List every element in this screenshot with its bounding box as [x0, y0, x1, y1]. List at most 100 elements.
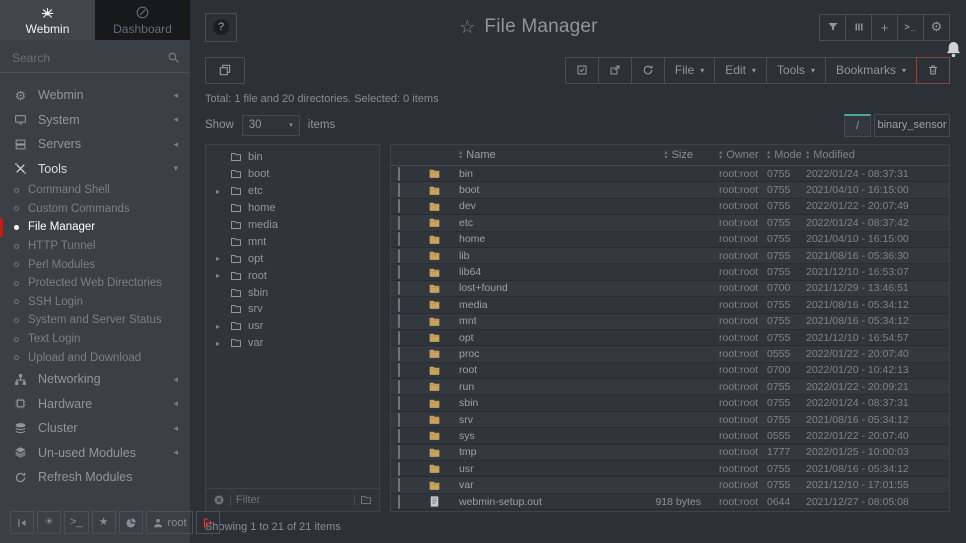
- tools-menu-button[interactable]: Tools▾: [766, 57, 826, 84]
- table-row-tmp[interactable]: tmproot:root17772022/01/25 - 10:00:03: [391, 445, 949, 461]
- row-checkbox[interactable]: [398, 462, 400, 476]
- table-row-media[interactable]: mediaroot:root07552021/08/16 - 05:34:12: [391, 297, 949, 313]
- row-checkbox[interactable]: [398, 331, 400, 345]
- table-row-proc[interactable]: procroot:root05552022/01/22 - 20:07:40: [391, 346, 949, 362]
- row-checkbox[interactable]: [398, 380, 400, 394]
- tree-filter-input[interactable]: [236, 494, 349, 506]
- table-row-run[interactable]: runroot:root07552022/01/22 - 20:09:21: [391, 379, 949, 395]
- row-checkbox[interactable]: [398, 413, 400, 427]
- table-row-var[interactable]: varroot:root07552021/12/10 - 17:01:55: [391, 477, 949, 493]
- sidebar-item-perl-modules[interactable]: Perl Modules: [0, 255, 190, 274]
- language-button[interactable]: [119, 511, 143, 534]
- sidebar-item-hardware[interactable]: Hardware◂: [0, 391, 190, 416]
- collapse-sidebar-button[interactable]: [10, 511, 34, 534]
- column-header-owner[interactable]: ▴▾Owner: [709, 149, 757, 161]
- sidebar-item-file-manager[interactable]: File Manager: [0, 218, 190, 237]
- row-checkbox[interactable]: [398, 249, 400, 263]
- tree-item-mnt[interactable]: mnt: [206, 233, 379, 250]
- folder-icon[interactable]: [360, 494, 372, 506]
- user-button[interactable]: root: [146, 511, 193, 534]
- tree-item-bin[interactable]: bin: [206, 149, 379, 166]
- tree-item-srv[interactable]: srv: [206, 301, 379, 318]
- sidebar-item-tools[interactable]: Tools▾: [0, 157, 190, 182]
- sidebar-item-webmin[interactable]: ⚙Webmin◂: [0, 83, 190, 108]
- favorite-star-icon[interactable]: ☆: [459, 17, 475, 38]
- row-checkbox[interactable]: [398, 167, 400, 181]
- select-all-button[interactable]: [565, 57, 599, 84]
- page-size-select[interactable]: 30 ▾: [242, 115, 300, 136]
- tree-item-usr[interactable]: ▸usr: [206, 318, 379, 335]
- export-button[interactable]: [598, 57, 632, 84]
- table-row-root[interactable]: rootroot:root07002022/01/20 - 10:42:13: [391, 363, 949, 379]
- settings-button[interactable]: ⚙: [923, 14, 950, 41]
- column-header-modified[interactable]: ▴▾Modified: [797, 149, 949, 161]
- table-row-sys[interactable]: sysroot:root05552022/01/22 - 20:07:40: [391, 428, 949, 444]
- sidebar-item-networking[interactable]: Networking◂: [0, 367, 190, 392]
- refresh-button[interactable]: [631, 57, 665, 84]
- logout-button[interactable]: [196, 511, 220, 534]
- column-header-mode[interactable]: ▴▾Mode: [757, 149, 797, 161]
- table-row-etc[interactable]: etcroot:root07552022/01/24 - 08:37:42: [391, 215, 949, 231]
- clear-filter-icon[interactable]: [213, 494, 225, 506]
- row-checkbox[interactable]: [398, 298, 400, 312]
- file-menu-button[interactable]: File▾: [664, 57, 715, 84]
- table-row-lib64[interactable]: lib64root:root07552021/12/10 - 16:53:07: [391, 264, 949, 280]
- tree-item-opt[interactable]: ▸opt: [206, 250, 379, 267]
- row-checkbox[interactable]: [398, 478, 400, 492]
- table-row-usr[interactable]: usrroot:root07552021/08/16 - 05:34:12: [391, 461, 949, 477]
- column-header-name[interactable]: ▴▾Name: [451, 149, 639, 161]
- row-checkbox[interactable]: [398, 347, 400, 361]
- table-row-lib[interactable]: libroot:root07552021/08/16 - 05:36:30: [391, 248, 949, 264]
- tab-dashboard[interactable]: Dashboard: [95, 0, 190, 40]
- theme-toggle-button[interactable]: ☀: [37, 511, 61, 534]
- row-checkbox[interactable]: [398, 396, 400, 410]
- tab-webmin[interactable]: Webmin: [0, 0, 95, 40]
- sidebar-item-text-login[interactable]: Text Login: [0, 330, 190, 349]
- row-checkbox[interactable]: [398, 265, 400, 279]
- add-button[interactable]: +: [871, 14, 898, 41]
- table-row-srv[interactable]: srvroot:root07552021/08/16 - 05:34:12: [391, 412, 949, 428]
- expand-arrow-icon[interactable]: ▸: [216, 187, 230, 196]
- tree-item-etc[interactable]: ▸etc: [206, 183, 379, 200]
- tree-item-boot[interactable]: boot: [206, 166, 379, 183]
- table-row-dev[interactable]: devroot:root07552022/01/22 - 20:07:49: [391, 199, 949, 215]
- path-input[interactable]: [874, 114, 950, 137]
- row-checkbox[interactable]: [398, 363, 400, 377]
- sidebar-item-ssh-login[interactable]: SSH Login: [0, 293, 190, 312]
- tree-item-home[interactable]: home: [206, 200, 379, 217]
- expand-arrow-icon[interactable]: ▸: [216, 271, 230, 280]
- table-row-opt[interactable]: optroot:root07552021/12/10 - 16:54:57: [391, 330, 949, 346]
- sidebar-item-upload-and-download[interactable]: Upload and Download: [0, 348, 190, 367]
- breadcrumb-root-button[interactable]: /: [844, 114, 871, 137]
- tree-item-root[interactable]: ▸root: [206, 267, 379, 284]
- sidebar-item-system-and-server-status[interactable]: System and Server Status: [0, 311, 190, 330]
- tree-item-media[interactable]: media: [206, 217, 379, 234]
- row-checkbox[interactable]: [398, 314, 400, 328]
- row-checkbox[interactable]: [398, 445, 400, 459]
- sidebar-item-command-shell[interactable]: Command Shell: [0, 181, 190, 200]
- expand-arrow-icon[interactable]: ▸: [216, 254, 230, 263]
- expand-arrow-icon[interactable]: ▸: [216, 339, 230, 348]
- tree-item-var[interactable]: ▸var: [206, 335, 379, 352]
- sidebar-item-un-used-modules[interactable]: Un-used Modules◂: [0, 440, 190, 465]
- filter-button[interactable]: [819, 14, 846, 41]
- table-row-mnt[interactable]: mntroot:root07552021/08/16 - 05:34:12: [391, 314, 949, 330]
- table-row-home[interactable]: homeroot:root07552021/04/10 - 16:15:00: [391, 232, 949, 248]
- row-checkbox[interactable]: [398, 429, 400, 443]
- sidebar-item-cluster[interactable]: Cluster◂: [0, 416, 190, 441]
- favorites-button[interactable]: ★: [92, 511, 116, 534]
- edit-menu-button[interactable]: Edit▾: [714, 57, 767, 84]
- row-checkbox[interactable]: [398, 199, 400, 213]
- sidebar-item-refresh-modules[interactable]: Refresh Modules: [0, 465, 190, 490]
- row-checkbox[interactable]: [398, 183, 400, 197]
- row-checkbox[interactable]: [398, 281, 400, 295]
- sidebar-item-http-tunnel[interactable]: HTTP Tunnel: [0, 237, 190, 256]
- table-row-lost-found[interactable]: lost+foundroot:root07002021/12/29 - 13:4…: [391, 281, 949, 297]
- tree-item-sbin[interactable]: sbin: [206, 284, 379, 301]
- search-input[interactable]: [12, 51, 167, 65]
- sidebar-item-servers[interactable]: Servers◂: [0, 132, 190, 157]
- copy-button[interactable]: [205, 57, 245, 84]
- bookmarks-menu-button[interactable]: Bookmarks▾: [825, 57, 917, 84]
- row-checkbox[interactable]: [398, 495, 400, 509]
- table-row-bin[interactable]: binroot:root07552022/01/24 - 08:37:31: [391, 166, 949, 182]
